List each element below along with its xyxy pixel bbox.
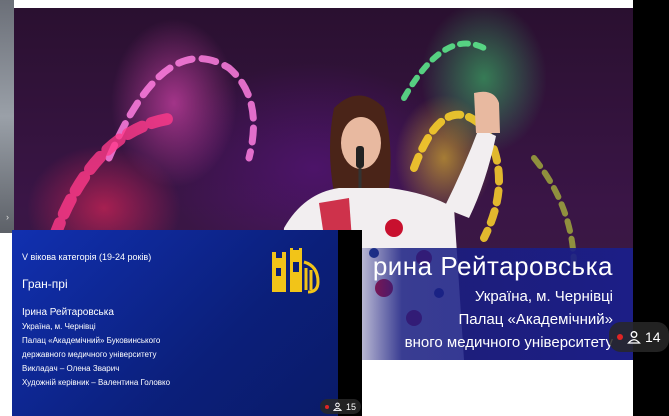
person-icon <box>627 331 641 344</box>
slide-line: Палац «Академічний» Буковинського <box>22 336 161 345</box>
award-title: Гран-прі <box>22 277 68 291</box>
slide-line: Художній керівник – Валентина Головко <box>22 378 171 387</box>
laureate-name: Ірина Рейтаровська <box>22 307 114 318</box>
performer-name: рина Рейтаровська <box>372 251 613 281</box>
right-black-bar <box>633 0 669 416</box>
slide-line: Україна, м. Чернівці <box>22 322 96 331</box>
slide-line: державного медичного університету <box>22 350 157 359</box>
person-icon <box>333 402 342 411</box>
age-category: V вікова категорія (19-24 років) <box>22 252 152 262</box>
viewer-count-badge-main[interactable]: 14 <box>609 322 669 352</box>
viewer-count-badge-slide[interactable]: 15 <box>320 399 362 414</box>
viewer-count: 14 <box>645 329 661 345</box>
performer-university: вного медичного університету <box>404 334 613 351</box>
slide-black-edge <box>338 230 362 416</box>
performer-venue: Палац «Академічний» <box>458 311 614 328</box>
live-dot-icon <box>325 404 329 409</box>
left-edge-strip: › <box>0 0 14 233</box>
slide-line: Викладач – Олена Зварич <box>22 364 120 373</box>
award-slide-stream[interactable]: V вікова категорія (19-24 років) Гран-пр… <box>12 230 362 416</box>
viewer-count: 15 <box>346 401 357 412</box>
lyre-logo-icon <box>272 248 320 294</box>
live-dot-icon <box>617 334 623 340</box>
edge-mark: › <box>6 212 9 222</box>
performer-location: Україна, м. Чернівці <box>474 288 613 305</box>
